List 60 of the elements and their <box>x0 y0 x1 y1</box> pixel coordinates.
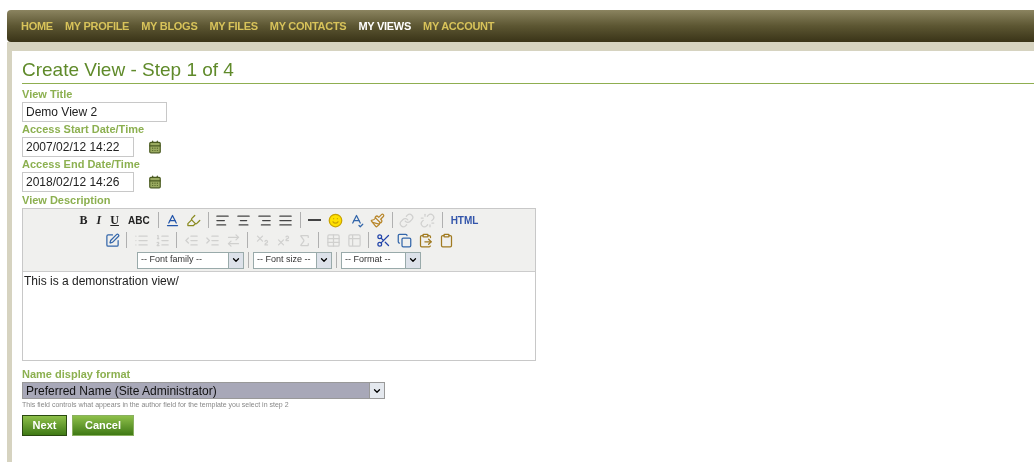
outdent-icon <box>183 232 199 248</box>
calendar-icon[interactable] <box>148 140 162 154</box>
clipboard-icon <box>438 232 454 248</box>
copy-button[interactable] <box>395 231 413 249</box>
chevron-down-icon <box>231 255 241 265</box>
link-icon <box>399 212 415 228</box>
align-left-icon <box>215 212 231 228</box>
field-label: View Title <box>22 87 74 102</box>
superscript-icon <box>275 232 291 248</box>
dropdown[interactable]: -- Font family -- <box>137 251 244 269</box>
paintbrush-icon <box>370 212 386 228</box>
nav-link[interactable]: MY VIEWS <box>358 17 412 35</box>
smiley-icon <box>328 212 344 228</box>
chevron-down-icon <box>319 255 329 265</box>
scissors-button[interactable] <box>374 231 392 249</box>
table-icon <box>346 232 362 248</box>
arrows-icon <box>225 232 241 248</box>
horizontal-rule-icon <box>308 219 322 221</box>
indent-icon <box>204 232 220 248</box>
bullet-list-icon <box>133 232 149 248</box>
toolbar-button[interactable]: I <box>93 211 105 229</box>
numbered-list-icon <box>154 232 170 248</box>
page-title: Create View - Step 1 of 4 <box>22 58 235 82</box>
toolbar-button[interactable]: ABC <box>124 211 153 229</box>
dropdown[interactable]: -- Font size -- <box>253 251 332 269</box>
nav-link[interactable]: MY CONTACTS <box>269 17 347 35</box>
nav-link[interactable]: MY ACCOUNT <box>423 17 495 35</box>
rich-text-editor[interactable]: B I U ABC HTML -- Font family -- -- Font size -- -- Format -- This is a demonstration view/ <box>22 208 536 361</box>
copy-icon <box>396 232 412 248</box>
unlink-icon <box>420 212 436 228</box>
align-right-icon <box>257 212 273 228</box>
table-icon <box>325 232 341 248</box>
text-color-icon <box>165 212 181 228</box>
edit-icon <box>104 232 120 248</box>
edit-button[interactable] <box>103 231 121 249</box>
nav-link[interactable]: MY BLOGS <box>141 17 198 35</box>
date-field[interactable]: 2007/02/12 14:22 <box>22 137 134 157</box>
highlighter-icon <box>186 212 202 228</box>
scissors-icon <box>375 232 391 248</box>
field-label: Access Start Date/Time <box>22 122 146 137</box>
date-field[interactable]: 2018/02/12 14:26 <box>22 172 134 192</box>
toolbar-button[interactable]: HTML <box>447 211 482 229</box>
input-field[interactable]: Demo View 2 <box>22 102 167 122</box>
calendar-icon[interactable] <box>148 175 162 189</box>
align-justify-icon <box>278 212 294 228</box>
nav-link[interactable]: MY PROFILE <box>64 17 130 35</box>
subscript-icon <box>254 232 270 248</box>
toolbar-button[interactable]: B <box>76 211 91 229</box>
nav-link[interactable]: HOME <box>21 17 53 35</box>
nav-link[interactable]: MY FILES <box>209 17 258 35</box>
field-label: Name display format <box>22 367 132 382</box>
spellcheck-icon <box>349 212 365 228</box>
dropdown[interactable]: -- Format -- <box>341 251 421 269</box>
chevron-down-icon <box>408 255 418 265</box>
field-label: View Description <box>22 193 112 208</box>
align-center-icon <box>236 212 252 228</box>
toolbar-button[interactable]: U <box>107 211 122 229</box>
paste-icon <box>417 232 433 248</box>
select-field[interactable]: Preferred Name (Site Administrator) <box>22 382 385 399</box>
field-label: Access End Date/Time <box>22 157 141 172</box>
